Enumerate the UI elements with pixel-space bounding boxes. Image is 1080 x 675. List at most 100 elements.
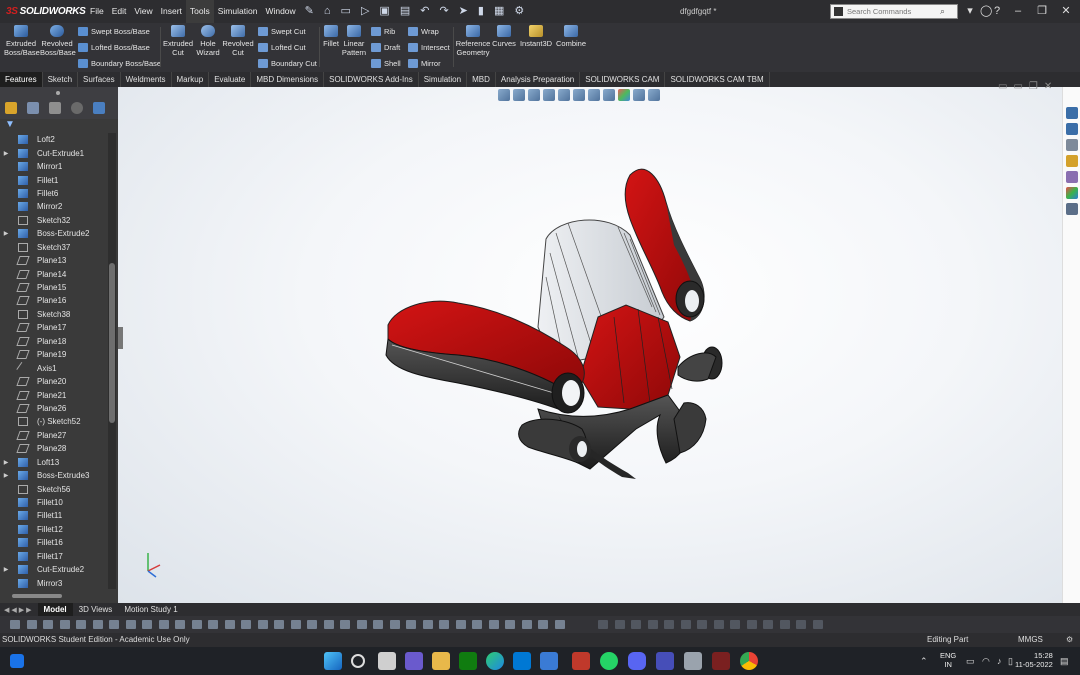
open-icon[interactable]: ▷: [356, 0, 374, 23]
toolbar-tool-icon[interactable]: [356, 620, 367, 629]
tab-simulation[interactable]: Simulation: [419, 72, 468, 87]
intersect-button[interactable]: Intersect: [408, 43, 450, 52]
tree-item[interactable]: Sketch32: [0, 214, 107, 227]
store-icon[interactable]: [513, 652, 531, 670]
xbox-icon[interactable]: [459, 652, 477, 670]
home-icon[interactable]: ⌂: [319, 0, 336, 23]
toolbar-tool-icon[interactable]: [422, 620, 433, 629]
dynamic-annotation-icon[interactable]: [558, 89, 570, 101]
tab-model[interactable]: Model: [37, 603, 73, 616]
view-settings-icon[interactable]: [648, 89, 660, 101]
toolbar-tool-icon[interactable]: [59, 620, 70, 629]
traffic-light-icon[interactable]: ▮: [473, 0, 489, 23]
custom-properties-icon[interactable]: [1066, 203, 1078, 215]
menu-view[interactable]: View: [130, 0, 156, 23]
tree-item[interactable]: Plane16: [0, 294, 107, 307]
tab-mbd[interactable]: MBD: [467, 72, 496, 87]
tray-chevron-icon[interactable]: ⌃: [920, 656, 928, 667]
extruded-cut-button[interactable]: Extruded Cut: [162, 25, 194, 57]
tree-item[interactable]: Fillet6: [0, 187, 107, 200]
toolbar-tool-icon[interactable]: [208, 620, 218, 629]
tree-item[interactable]: Loft2: [0, 133, 107, 146]
expand-arrow-icon[interactable]: ▶: [0, 459, 9, 466]
scrollbar-thumb[interactable]: [12, 594, 62, 598]
tree-item[interactable]: Plane28: [0, 442, 107, 455]
fillet-button[interactable]: Fillet: [321, 25, 341, 48]
combine-button[interactable]: Combine: [555, 25, 587, 48]
hole-wizard-button[interactable]: Hole Wizard: [194, 25, 222, 57]
sketch-tool-icon[interactable]: [664, 620, 674, 629]
expand-arrow-icon[interactable]: ▶: [0, 230, 9, 237]
sketch-tool-icon[interactable]: [763, 620, 773, 629]
close-button[interactable]: ✕: [1054, 0, 1078, 23]
sketch-tool-icon[interactable]: [730, 620, 740, 629]
tab-weldments[interactable]: Weldments: [121, 72, 172, 87]
previous-view-icon[interactable]: [528, 89, 540, 101]
toolbar-tool-icon[interactable]: [340, 620, 350, 629]
tree-item[interactable]: Mirror1: [0, 160, 107, 173]
swept-boss-button[interactable]: Swept Boss/Base: [78, 27, 150, 36]
viewport-window-controls[interactable]: ▭▭❐✕: [998, 81, 1058, 92]
clock[interactable]: 15:28 11-05-2022: [1015, 651, 1053, 669]
toolbar-tool-icon[interactable]: [521, 620, 532, 629]
status-settings-icon[interactable]: ⚙: [1066, 635, 1073, 644]
3d-model[interactable]: [368, 157, 748, 487]
tree-item[interactable]: Plane21: [0, 388, 107, 401]
tree-item[interactable]: Plane18: [0, 335, 107, 348]
tab-3d-views[interactable]: 3D Views: [73, 603, 119, 616]
revolved-boss-button[interactable]: Revolved Boss/Base: [40, 25, 76, 57]
tab-evaluate[interactable]: Evaluate: [209, 72, 252, 87]
user-icon[interactable]: ◯: [960, 0, 992, 23]
dimxpert-tab-icon[interactable]: [71, 102, 83, 114]
boundary-boss-button[interactable]: Boundary Boss/Base: [78, 59, 161, 68]
panel-splitter-handle[interactable]: [118, 327, 123, 349]
tree-item[interactable]: Plane15: [0, 281, 107, 294]
toolbar-tool-icon[interactable]: [142, 620, 152, 629]
menu-simulation[interactable]: Simulation: [214, 0, 262, 23]
feature-manager-tab-icon[interactable]: [5, 102, 17, 114]
toolbar-tool-icon[interactable]: [224, 620, 235, 629]
lofted-boss-button[interactable]: Lofted Boss/Base: [78, 43, 150, 52]
solidworks-logo[interactable]: 3S SOLIDWORKS: [0, 6, 86, 17]
toolbar-tool-icon[interactable]: [43, 620, 53, 629]
tree-item[interactable]: ▶ Loft13: [0, 456, 107, 469]
solidworks-taskbar-icon[interactable]: [572, 652, 590, 670]
toolbar-tool-icon[interactable]: [538, 620, 548, 629]
toolbar-tool-icon[interactable]: [175, 620, 185, 629]
tab-markup[interactable]: Markup: [172, 72, 210, 87]
tab-surfaces[interactable]: Surfaces: [78, 72, 121, 87]
monitor-icon[interactable]: ▭: [966, 656, 975, 667]
expand-arrow-icon[interactable]: ▶: [0, 472, 9, 479]
volume-icon[interactable]: ♪: [997, 656, 1002, 666]
configuration-manager-tab-icon[interactable]: [49, 102, 61, 114]
toolbar-tool-icon[interactable]: [472, 620, 482, 629]
tree-item[interactable]: Plane20: [0, 375, 107, 388]
pin-icon[interactable]: ✎: [300, 0, 319, 23]
sketch-tool-icon[interactable]: [680, 620, 691, 629]
tab-analysis-preparation[interactable]: Analysis Preparation: [496, 72, 581, 87]
toolbar-tool-icon[interactable]: [505, 620, 515, 629]
tree-item[interactable]: ▶ Cut-Extrude2: [0, 563, 107, 576]
save-icon[interactable]: ▣: [374, 0, 394, 23]
search-icon[interactable]: ⌕: [940, 6, 957, 17]
discord-icon[interactable]: [628, 652, 646, 670]
boundary-cut-button[interactable]: Boundary Cut: [258, 59, 317, 68]
tab-motion-study-1[interactable]: Motion Study 1: [118, 603, 183, 616]
tab-solidworks-cam[interactable]: SOLIDWORKS CAM: [580, 72, 666, 87]
design-library-icon[interactable]: [1066, 139, 1078, 151]
solidworks-resources-icon[interactable]: [1066, 107, 1078, 119]
property-manager-tab-icon[interactable]: [27, 102, 39, 114]
tree-item[interactable]: Fillet17: [0, 550, 107, 563]
file-explorer-icon[interactable]: [432, 652, 450, 670]
toolbar-tool-icon[interactable]: [125, 620, 136, 629]
menu-window[interactable]: Window: [261, 0, 299, 23]
edit-appearance-icon[interactable]: [618, 89, 630, 101]
settings-icon[interactable]: [684, 652, 702, 670]
tree-item[interactable]: Axis1: [0, 361, 107, 375]
graphics-viewport[interactable]: ▭▭❐✕: [118, 81, 1062, 603]
tab-features[interactable]: Features: [0, 72, 43, 87]
reference-geometry-button[interactable]: Reference Geometry: [455, 25, 491, 57]
toolbar-tool-icon[interactable]: [274, 620, 284, 629]
tree-item[interactable]: Fillet12: [0, 523, 107, 536]
toolbar-tool-icon[interactable]: [158, 620, 169, 629]
